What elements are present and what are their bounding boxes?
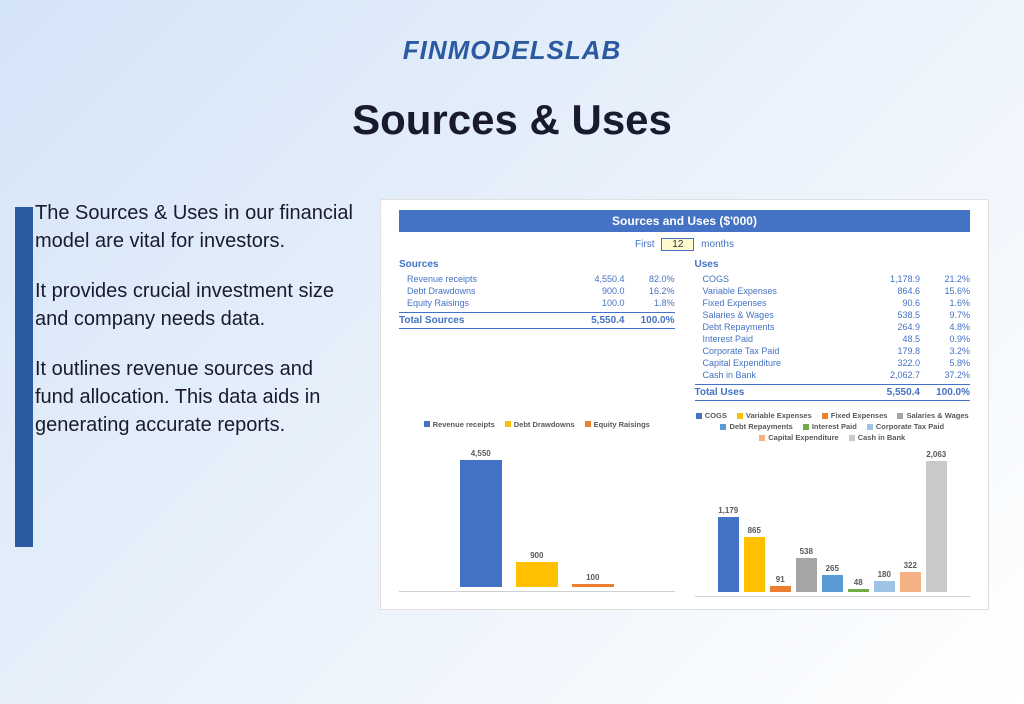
legend-item: Corporate Tax Paid [867, 422, 944, 431]
uses-chart-area: 1,179865 91 538265 48 1803222,063 [695, 447, 971, 597]
period-prefix: First [635, 239, 654, 250]
legend-item: Interest Paid [803, 422, 857, 431]
period-value: 12 [661, 238, 694, 251]
table-row: Debt Drawdowns900.016.2% [399, 285, 675, 297]
legend-item: COGS [696, 411, 727, 420]
sources-chart-area: 4,550 900 100 [399, 442, 675, 592]
total-uses-value: 5,550.4 [865, 387, 920, 398]
table-row: Cash in Bank2,062.737.2% [695, 369, 971, 381]
table-row: Interest Paid48.50.9% [695, 333, 971, 345]
legend-item: Variable Expenses [737, 411, 812, 420]
table-row: Equity Raisings100.01.8% [399, 297, 675, 309]
paragraph-2: It provides crucial investment size and … [35, 277, 355, 333]
table-row: Variable Expenses864.615.6% [695, 285, 971, 297]
legend-item: Revenue receipts [424, 411, 495, 437]
table-row: Corporate Tax Paid179.83.2% [695, 345, 971, 357]
legend-item: Debt Drawdowns [505, 411, 575, 437]
legend-item: Cash in Bank [849, 433, 906, 442]
spreadsheet-panel: Sources and Uses ($'000) First 12 months… [380, 199, 989, 610]
sources-table: Sources Revenue receipts4,550.482.0%Debt… [399, 259, 675, 401]
total-uses-row: Total Uses 5,550.4 100.0% [695, 384, 971, 401]
uses-header: Uses [695, 259, 971, 270]
total-sources-row: Total Sources 5,550.4 100.0% [399, 312, 675, 329]
bar: 48 [848, 578, 869, 592]
logo: FINMODELSLAB [0, 0, 1024, 66]
legend-item: Debt Repayments [720, 422, 792, 431]
period-selector: First 12 months [399, 238, 970, 251]
legend-item: Equity Raisings [585, 411, 650, 437]
bar: 322 [900, 561, 921, 592]
bar: 865 [744, 526, 765, 592]
content: The Sources & Uses in our financial mode… [0, 199, 1024, 610]
table-title: Sources and Uses ($'000) [399, 210, 970, 232]
bar: 265 [822, 564, 843, 592]
total-uses-pct: 100.0% [920, 387, 970, 398]
total-sources-value: 5,550.4 [570, 315, 625, 326]
table-row: Salaries & Wages538.59.7% [695, 309, 971, 321]
bar: 100 [572, 573, 614, 587]
table-row: Revenue receipts4,550.482.0% [399, 273, 675, 285]
bar: 900 [516, 551, 558, 587]
period-suffix: months [701, 239, 734, 250]
charts-row: Revenue receipts Debt Drawdowns Equity Rai… [399, 411, 970, 597]
paragraph-3: It outlines revenue sources and fund all… [35, 355, 355, 439]
bar: 91 [770, 575, 791, 592]
accent-bar [15, 207, 33, 547]
total-sources-label: Total Sources [399, 315, 570, 326]
legend-item: Salaries & Wages [897, 411, 968, 420]
table-row: Debt Repayments264.94.8% [695, 321, 971, 333]
table-row: COGS1,178.921.2% [695, 273, 971, 285]
bar: 4,550 [460, 449, 502, 587]
legend-item: Fixed Expenses [822, 411, 888, 420]
bar: 1,179 [718, 506, 739, 592]
uses-chart: COGS Variable Expenses Fixed Expenses Salar… [695, 411, 971, 597]
table-row: Capital Expenditure322.05.8% [695, 357, 971, 369]
sources-header: Sources [399, 259, 675, 270]
sources-legend: Revenue receipts Debt Drawdowns Equity Rai… [399, 411, 675, 437]
bar: 538 [796, 547, 817, 592]
uses-table: Uses COGS1,178.921.2%Variable Expenses86… [695, 259, 971, 401]
table-row: Fixed Expenses90.61.6% [695, 297, 971, 309]
total-uses-label: Total Uses [695, 387, 866, 398]
uses-legend: COGS Variable Expenses Fixed Expenses Salar… [695, 411, 971, 442]
page-title: Sources & Uses [0, 96, 1024, 144]
left-column: The Sources & Uses in our financial mode… [35, 199, 355, 610]
total-sources-pct: 100.0% [625, 315, 675, 326]
sources-chart: Revenue receipts Debt Drawdowns Equity Rai… [399, 411, 675, 597]
bar: 180 [874, 570, 895, 592]
bar: 2,063 [926, 450, 947, 592]
paragraph-1: The Sources & Uses in our financial mode… [35, 199, 355, 255]
tables-row: Sources Revenue receipts4,550.482.0%Debt… [399, 259, 970, 401]
legend-item: Capital Expenditure [759, 433, 838, 442]
